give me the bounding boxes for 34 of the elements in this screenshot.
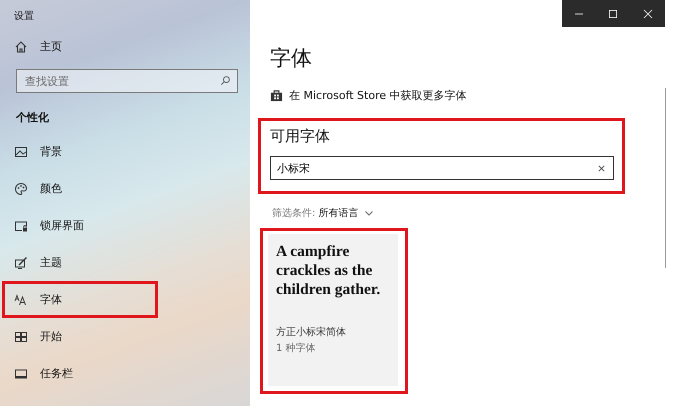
search-field[interactable]: 查找设置 xyxy=(16,69,238,93)
nav-item[interactable]: 主题 xyxy=(2,244,158,281)
filter-label: 筛选条件: xyxy=(272,206,316,220)
font-name: 方正小标宋简体 xyxy=(276,326,347,339)
nav-item[interactable]: 字体 xyxy=(2,281,158,318)
store-link[interactable]: 在 Microsoft Store 中获取更多字体 xyxy=(289,88,467,103)
image-icon xyxy=(14,144,28,158)
nav-item[interactable]: 主页 xyxy=(2,28,158,65)
store-icon xyxy=(270,89,283,102)
palette-icon xyxy=(14,182,28,196)
nav-item[interactable]: 颜色 xyxy=(2,170,158,207)
start-icon xyxy=(14,330,28,344)
page-title: 字体 xyxy=(270,45,313,72)
home-icon xyxy=(14,40,28,54)
font-card[interactable]: A campfire crackles as the children gather. 方正小标宋简体 1 种字体 xyxy=(268,234,398,386)
window-title: 设置 xyxy=(13,10,35,24)
nav-item[interactable]: 任务栏 xyxy=(2,355,158,392)
font-sample: A campfire crackles as the children gather. xyxy=(276,242,382,299)
theme-icon xyxy=(14,256,28,270)
clear-icon[interactable] xyxy=(597,164,606,172)
filter-dropdown[interactable]: 所有语言 xyxy=(318,206,358,220)
nav-item[interactable]: 开始 xyxy=(2,318,158,355)
search-icon xyxy=(220,75,231,86)
chevron-icon xyxy=(364,208,374,218)
font-search-field[interactable]: 小标宋 xyxy=(270,156,614,180)
section-heading: 个性化 xyxy=(14,110,50,126)
scrollbar[interactable] xyxy=(665,88,666,268)
font-icon xyxy=(14,292,28,306)
lock-screen-icon xyxy=(14,218,28,232)
nav-item[interactable]: 背景 xyxy=(2,133,158,170)
nav-item[interactable]: 锁屏界面 xyxy=(2,207,158,244)
taskbar-icon xyxy=(14,366,28,380)
section-heading: 可用字体 xyxy=(270,127,331,146)
font-count: 1 种字体 xyxy=(276,342,317,355)
